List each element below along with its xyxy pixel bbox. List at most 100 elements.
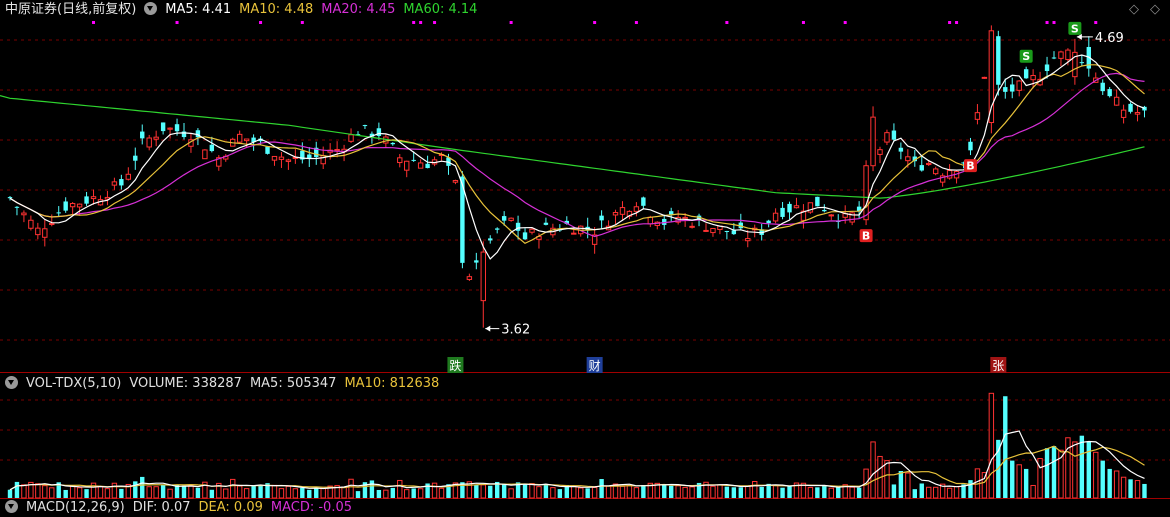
candle <box>1113 96 1120 106</box>
candle <box>111 181 118 186</box>
candle <box>1079 62 1085 64</box>
signal-label: B <box>862 230 870 243</box>
volume-bar <box>501 484 507 498</box>
volume-bar <box>981 472 988 499</box>
event-marker <box>955 21 959 24</box>
candle <box>1051 57 1057 59</box>
candle <box>745 238 751 242</box>
volume-bar <box>946 487 953 499</box>
candle <box>278 156 285 160</box>
volume-bar <box>953 486 960 499</box>
volume-bar <box>230 478 236 499</box>
candle <box>1107 89 1112 97</box>
volume-bar <box>84 489 89 498</box>
volume-bar <box>35 483 41 499</box>
candle <box>898 147 904 152</box>
event-marker <box>948 21 952 24</box>
candle <box>689 225 695 228</box>
candle <box>641 197 646 206</box>
stock-name: 中原证券(日线,前复权) <box>5 2 137 17</box>
event-marker <box>175 21 179 24</box>
volume-bar <box>404 489 410 499</box>
volume-bar <box>181 485 187 498</box>
volume-bar <box>271 484 278 499</box>
volume-bar <box>529 483 535 499</box>
volume-bar <box>752 480 758 499</box>
volume-bar <box>828 487 834 499</box>
volume-bar <box>884 460 890 499</box>
volume-bar <box>731 487 737 498</box>
volume-bar <box>1030 484 1036 499</box>
volume-bar <box>759 486 764 498</box>
candle <box>417 162 424 169</box>
candle <box>543 222 549 225</box>
triangle-down-icon[interactable] <box>5 500 18 513</box>
volume-bar <box>63 489 68 498</box>
candle <box>265 146 270 154</box>
volume-bar <box>76 487 83 499</box>
volume-bar <box>591 486 598 499</box>
volume-bar <box>710 485 716 499</box>
volume-bar <box>209 489 215 498</box>
volume-bar <box>188 484 194 499</box>
candle <box>731 230 737 235</box>
high-price-label: 4.69 <box>1095 31 1124 46</box>
candle <box>153 136 159 140</box>
volume-bar <box>133 481 138 498</box>
volume-bar <box>251 485 256 498</box>
volume-bar <box>1113 470 1120 499</box>
candle <box>236 133 243 143</box>
triangle-down-icon[interactable] <box>144 2 158 15</box>
volume-bar <box>1107 468 1112 498</box>
candle <box>599 215 604 221</box>
candle <box>724 230 730 232</box>
volume-bar <box>376 489 382 498</box>
diamond-icon[interactable]: ◇ <box>1129 3 1139 16</box>
candle <box>772 212 779 222</box>
candle <box>90 196 97 200</box>
event-marker <box>1052 21 1056 24</box>
event-marker <box>259 21 263 24</box>
diamond-icon[interactable]: ◇ <box>1150 3 1160 16</box>
candle <box>42 228 48 238</box>
volume-bar <box>1079 435 1085 498</box>
volume-bar <box>988 392 995 499</box>
candle <box>488 238 493 241</box>
low-arrow-head <box>485 325 491 332</box>
volume-bar <box>522 483 528 498</box>
candle <box>125 173 132 180</box>
event-marker <box>300 21 304 24</box>
triangle-down-icon[interactable] <box>5 376 18 389</box>
volume-bar <box>390 487 395 498</box>
ma60-value: MA60: 4.14 <box>403 2 478 17</box>
candle <box>815 196 820 207</box>
candle <box>1030 75 1036 81</box>
candle <box>334 148 340 152</box>
candle <box>146 137 152 148</box>
volume-bar <box>431 482 438 499</box>
candle <box>174 124 180 132</box>
volume-value: VOLUME: 338287 <box>129 376 242 391</box>
volume-bar <box>626 484 633 499</box>
volume-bar <box>97 486 104 499</box>
candle <box>787 203 792 213</box>
candle <box>633 206 640 212</box>
volume-bar <box>870 441 876 499</box>
macd-indicator-header: MACD(12,26,9) DIF: 0.07 DEA: 0.09 MACD: -0.… <box>5 499 360 517</box>
volume-bar <box>1142 483 1147 498</box>
candle <box>919 165 924 171</box>
candle <box>404 160 410 171</box>
candle <box>710 227 716 234</box>
volume-bar <box>236 485 243 499</box>
volume-bar <box>369 480 375 498</box>
volume-bar <box>223 488 229 499</box>
volume-bar <box>160 484 166 498</box>
candle <box>529 228 535 233</box>
ma5-value: MA5: 4.41 <box>165 2 232 17</box>
candle <box>1044 64 1050 72</box>
volume-bar <box>1016 464 1022 499</box>
stock-chart[interactable]: 4.69 3.62 S S B B 跌 财 张 <box>0 0 1170 508</box>
signal-label: S <box>1022 50 1030 63</box>
volume-indicator-name: VOL-TDX(5,10) <box>26 376 122 391</box>
event-marker <box>725 21 729 24</box>
